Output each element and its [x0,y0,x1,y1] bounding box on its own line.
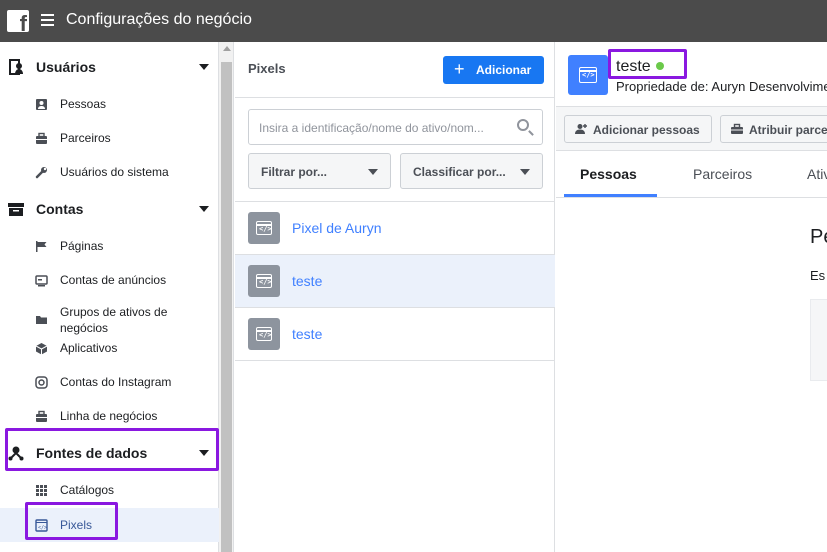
tab-parceiros[interactable]: Parceiros [693,166,752,182]
hamburger-menu-icon[interactable] [41,14,54,26]
pixel-name: teste [292,326,323,342]
sidebar-item-label: Grupos de ativos de negócios [60,305,168,335]
instagram-icon [35,375,48,389]
sidebar-item-aplicativos[interactable]: Aplicativos [0,334,219,362]
sidebar-item-label: Contas de anúncios [60,273,167,287]
sidebar: Usuários Pessoas Parceiros Usuários do s… [0,42,219,552]
app-title: Configurações do negócio [66,11,252,28]
sidebar-item-label: Linha de negócios [60,409,158,423]
sidebar-item-usuarios-do-sistema[interactable]: Usuários do sistema [0,158,219,186]
filter-dropdown[interactable]: Filtrar por... [248,153,391,189]
pixel-list-item[interactable]: </> teste [235,255,555,307]
section-label: Fontes de dados [36,445,148,461]
person-card-icon [36,98,47,110]
svg-text:</>: </> [38,525,47,531]
sidebar-section-usuarios[interactable]: Usuários [0,52,219,82]
pixels-panel: Pixels + Adicionar Insira a identificaçã… [235,42,555,552]
flag-icon [36,240,47,252]
filter-label: Filtrar por... [261,165,328,179]
add-people-label: Adicionar pessoas [593,123,700,137]
section-heading: Pe [810,226,827,248]
ad-account-icon [35,274,48,286]
sort-label: Classificar por... [413,165,506,179]
grid-icon [36,484,47,496]
sidebar-item-contas-do-instagram[interactable]: Contas do Instagram [0,368,219,396]
chevron-down-icon [199,450,209,456]
cube-icon [35,342,48,354]
briefcase-icon [36,410,47,422]
search-input[interactable]: Insira a identificação/nome do ativo/nom… [248,109,543,145]
wrench-icon [35,166,47,178]
chevron-down-icon [368,169,378,175]
sidebar-item-pixels[interactable]: </> Pixels [0,508,219,542]
section-label: Usuários [36,59,96,75]
sidebar-item-parceiros[interactable]: Parceiros [0,124,219,152]
facebook-logo-icon[interactable]: f [7,10,29,32]
add-person-icon [575,124,587,134]
sort-dropdown[interactable]: Classificar por... [400,153,543,189]
pixel-detail-panel: </> teste Propriedade de: Auryn Desenvol… [556,42,827,552]
sidebar-item-label: Usuários do sistema [60,165,169,179]
sidebar-item-label: Catálogos [60,483,115,497]
assign-partner-button[interactable]: Atribuir parce [720,115,827,143]
archive-box-icon [8,203,24,216]
assign-partner-label: Atribuir parce [749,123,827,137]
add-button-label: Adicionar [476,63,532,77]
sidebar-item-label: Pixels [60,518,93,532]
pixel-list-item[interactable]: </> teste [235,308,555,360]
sidebar-item-label: Parceiros [60,131,111,145]
folder-icon [36,316,47,324]
briefcase-icon [731,123,743,134]
pixel-icon: </> [568,55,608,95]
chevron-down-icon [520,169,530,175]
chevron-down-icon [199,64,209,70]
pixel-owner: Propriedade de: Auryn Desenvolvime [616,79,827,94]
add-button[interactable]: + Adicionar [443,56,544,84]
sidebar-item-linha-de-negocios[interactable]: Linha de negócios [0,402,219,430]
chevron-down-icon [199,206,209,212]
add-people-button[interactable]: Adicionar pessoas [564,115,712,143]
top-bar: f Configurações do negócio [0,0,827,42]
tab-pessoas[interactable]: Pessoas [580,166,637,182]
divider [235,360,555,361]
divider [556,150,827,151]
pixel-icon: </> [248,318,280,350]
sidebar-section-fontes-de-dados[interactable]: Fontes de dados [0,438,219,468]
sidebar-item-paginas[interactable]: Páginas [0,232,219,260]
sidebar-item-catalogos[interactable]: Catálogos [0,476,219,504]
scroll-up-arrow-icon[interactable] [223,46,231,51]
section-label: Contas [36,201,84,217]
search-placeholder: Insira a identificação/nome do ativo/nom… [259,121,484,135]
sidebar-item-label: Pessoas [60,97,107,111]
scrollbar-thumb[interactable] [221,62,232,552]
plus-icon: + [454,59,465,79]
status-dot-icon [656,62,664,70]
sidebar-item-label: Aplicativos [60,341,118,355]
pixel-name: teste [292,273,323,289]
sidebar-section-contas[interactable]: Contas [0,194,219,224]
pixel-name: Pixel de Auryn [292,220,382,236]
users-icon [9,59,23,75]
sidebar-item-label: Contas do Instagram [60,375,172,389]
divider [556,197,827,198]
search-icon [517,119,529,131]
pixel-icon: </> [35,518,48,532]
sidebar-item-contas-de-anuncios[interactable]: Contas de anúncios [0,266,219,294]
content-card [810,299,827,381]
action-bar: Adicionar pessoas Atribuir parce [556,107,827,150]
pixel-detail-name: teste [616,58,651,75]
section-description: Es [810,268,826,283]
sidebar-item-pessoas[interactable]: Pessoas [0,90,219,118]
sidebar-item-label: Páginas [60,239,104,253]
pixel-list-item[interactable]: </> Pixel de Auryn [235,202,555,254]
panel-title: Pixels [248,61,286,76]
tab-ativos[interactable]: Ativ [807,166,827,182]
data-sources-icon [8,446,24,461]
briefcase-icon [36,132,47,144]
pixel-icon: </> [248,212,280,244]
divider [235,97,555,98]
pixel-icon: </> [248,265,280,297]
